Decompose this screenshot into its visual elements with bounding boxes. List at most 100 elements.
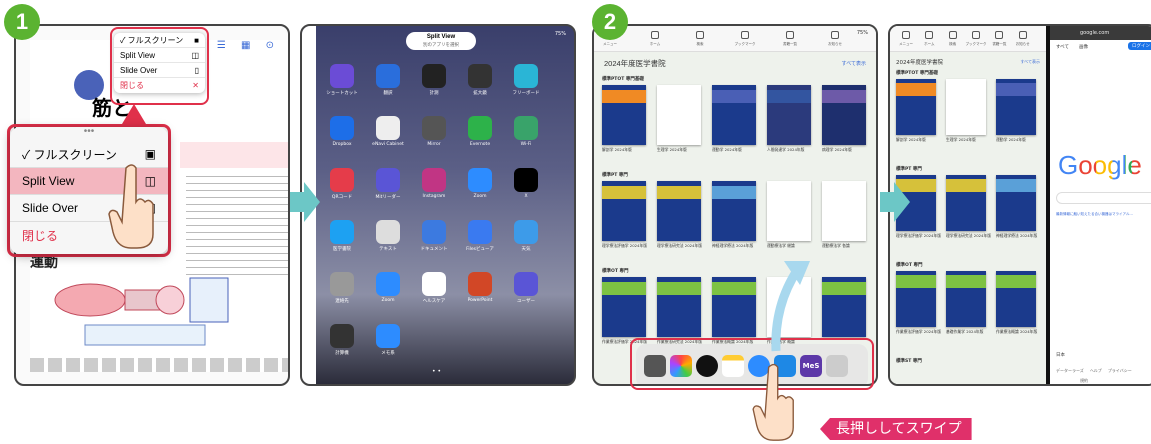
book-cover[interactable] bbox=[657, 277, 701, 337]
book-label: 理学療法評価学 2024年版 bbox=[896, 233, 942, 238]
toolbar-icon[interactable] bbox=[995, 31, 1004, 39]
toolbar-icon[interactable] bbox=[741, 31, 749, 39]
toolbar-icon[interactable] bbox=[696, 31, 704, 39]
app-icon[interactable] bbox=[514, 64, 538, 88]
book-cover[interactable] bbox=[896, 271, 936, 327]
book-cover[interactable] bbox=[822, 181, 866, 241]
book-cover[interactable] bbox=[602, 277, 646, 337]
footer-link[interactable]: データーラーズ bbox=[1056, 368, 1084, 374]
left-see-all[interactable]: すべて表示 bbox=[1020, 59, 1040, 65]
book-cover[interactable] bbox=[822, 85, 866, 145]
book-cover[interactable] bbox=[602, 181, 646, 241]
book-cover[interactable] bbox=[822, 277, 866, 337]
app-icon[interactable] bbox=[422, 220, 446, 244]
app-icon[interactable] bbox=[514, 116, 538, 140]
page-title: 2024年度医学書院 bbox=[604, 59, 666, 68]
login-button[interactable]: ログイン bbox=[1128, 42, 1151, 50]
app-icon[interactable] bbox=[330, 220, 354, 244]
app-label: 計測 bbox=[429, 91, 439, 96]
search-input[interactable] bbox=[1056, 192, 1151, 204]
app-icon[interactable] bbox=[468, 116, 492, 140]
app-icon[interactable] bbox=[422, 64, 446, 88]
app-icon[interactable] bbox=[468, 272, 492, 296]
menu-pointer-triangle bbox=[122, 104, 146, 124]
book-cover[interactable] bbox=[712, 85, 756, 145]
book-cover[interactable] bbox=[657, 85, 701, 145]
book-cover[interactable] bbox=[896, 79, 936, 135]
book-band bbox=[712, 185, 756, 199]
app-icon[interactable] bbox=[376, 272, 400, 296]
book-cover[interactable] bbox=[657, 181, 701, 241]
tab-all[interactable]: すべて bbox=[1056, 44, 1069, 50]
app-icon[interactable] bbox=[376, 64, 400, 88]
book-cover[interactable] bbox=[996, 79, 1036, 135]
book-cover[interactable] bbox=[946, 79, 986, 135]
toolbar-icon[interactable] bbox=[651, 31, 659, 39]
book-label: 解剖学 2024年版 bbox=[896, 137, 926, 142]
panel4-ipad: メニュー ホーム 検索 ブックマーク 書籍一覧 お知らせ 2024年度医学書院 すべて表示… bbox=[888, 24, 1151, 386]
promo-hint[interactable]: 最新情報に触い知えたる合い機器はマライアル... bbox=[1056, 212, 1133, 217]
book-cover[interactable] bbox=[767, 181, 811, 241]
toolbar-icon[interactable] bbox=[925, 31, 934, 39]
book-label: 運動療法学 各論 bbox=[822, 243, 850, 248]
app-icon[interactable] bbox=[376, 116, 400, 140]
book-band bbox=[712, 89, 756, 103]
book-band bbox=[822, 185, 866, 199]
app-icon[interactable] bbox=[376, 324, 400, 348]
browser-urlbar[interactable]: google.com bbox=[1050, 26, 1151, 40]
app-icon[interactable] bbox=[422, 116, 446, 140]
app-icon[interactable] bbox=[330, 64, 354, 88]
book-cover[interactable] bbox=[996, 271, 1036, 327]
app-toolbar bbox=[594, 26, 876, 52]
book-band bbox=[767, 185, 811, 199]
toolbar-label: お知らせ bbox=[828, 42, 842, 46]
app-label: ショートカット bbox=[326, 91, 358, 96]
app-icon[interactable] bbox=[330, 116, 354, 140]
battery-status: 75% bbox=[856, 30, 868, 36]
app-icon[interactable] bbox=[514, 272, 538, 296]
book-cover[interactable] bbox=[767, 85, 811, 145]
google-tabs: すべて 画像 bbox=[1056, 44, 1088, 50]
app-icon[interactable] bbox=[376, 168, 400, 192]
app-icon[interactable] bbox=[468, 168, 492, 192]
book-label: 理学療法研究法 2024年版 bbox=[946, 233, 992, 238]
footer-link[interactable]: 規約 bbox=[1080, 378, 1088, 384]
book-cover[interactable] bbox=[946, 271, 986, 327]
see-all-link[interactable]: すべて表示 bbox=[842, 60, 866, 67]
app-label: Filesビューア bbox=[466, 247, 494, 252]
book-label: 理学療法研究法 2024年版 bbox=[657, 243, 703, 248]
book-band bbox=[946, 275, 986, 288]
toolbar-icon[interactable] bbox=[1018, 31, 1027, 39]
book-band bbox=[602, 185, 646, 199]
app-icon[interactable] bbox=[468, 64, 492, 88]
app-label: 拡大鏡 bbox=[473, 91, 487, 96]
toolbar-icon[interactable] bbox=[786, 31, 794, 39]
toolbar-icon[interactable] bbox=[902, 31, 910, 39]
app-icon[interactable] bbox=[468, 220, 492, 244]
book-cover[interactable] bbox=[602, 85, 646, 145]
app-icon[interactable] bbox=[422, 272, 446, 296]
app-icon[interactable] bbox=[376, 220, 400, 244]
section-title: 標準OT 専門 bbox=[602, 269, 629, 274]
google-logo: Google bbox=[1058, 150, 1142, 180]
body-text bbox=[186, 170, 288, 280]
app-icon[interactable] bbox=[330, 272, 354, 296]
battery-status: 75% bbox=[554, 31, 566, 37]
app-icon[interactable] bbox=[514, 168, 538, 192]
app-icon[interactable] bbox=[422, 168, 446, 192]
footer-link[interactable]: プライバシー bbox=[1108, 368, 1132, 374]
book-cover[interactable] bbox=[996, 175, 1036, 231]
app-icon[interactable] bbox=[514, 220, 538, 244]
app-icon[interactable] bbox=[330, 168, 354, 192]
app-icon[interactable] bbox=[330, 324, 354, 348]
panel2-ipad: Split View 別のアプリを選択 75% ショートカット 翻訳 計測 拡大鏡 フリ… bbox=[300, 24, 576, 386]
toolbar-icon[interactable] bbox=[972, 31, 980, 39]
tab-images[interactable]: 画像 bbox=[1079, 44, 1088, 50]
toolbar-icon[interactable] bbox=[831, 31, 839, 39]
book-cover[interactable] bbox=[946, 175, 986, 231]
toolbar-icon[interactable] bbox=[948, 31, 957, 39]
book-label: 神経理学療法 2024年版 bbox=[996, 233, 1038, 238]
book-label: 基礎作業学 2024年版 bbox=[946, 329, 984, 334]
book-cover[interactable] bbox=[712, 181, 756, 241]
footer-link[interactable]: ヘルプ bbox=[1090, 368, 1102, 374]
